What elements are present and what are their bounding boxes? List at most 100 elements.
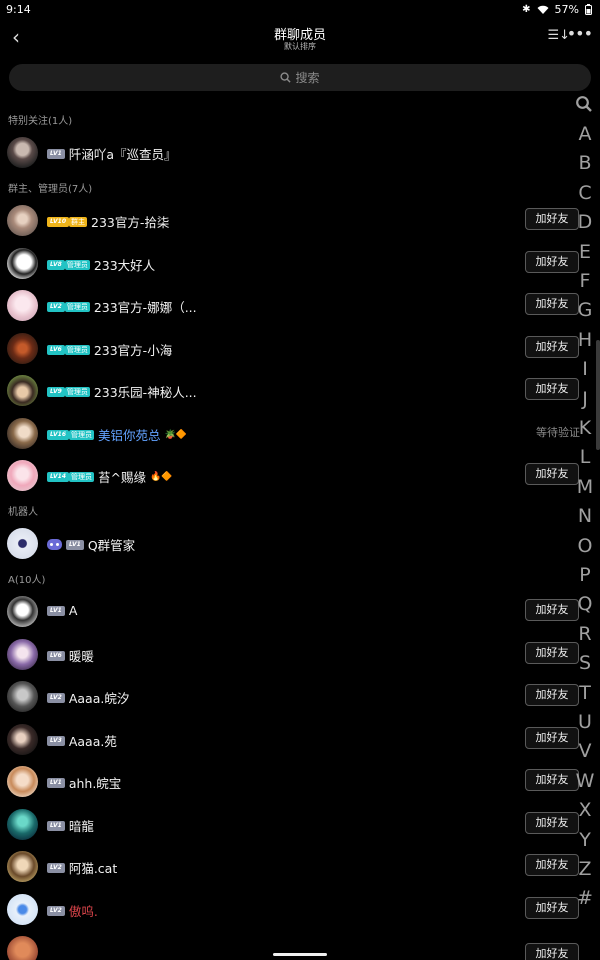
member-row[interactable]: LV3 Aaaa.苑 加好友: [0, 719, 585, 759]
index-letter-a[interactable]: A: [570, 123, 600, 145]
index-letter-v[interactable]: V: [570, 740, 600, 762]
avatar: [7, 894, 38, 925]
index-letter-m[interactable]: M: [570, 476, 600, 498]
member-row[interactable]: LV1 阡涵吖a『巡查员』: [0, 132, 585, 172]
avatar: [7, 809, 38, 840]
member-row[interactable]: LV6 暖暖 加好友: [0, 634, 585, 674]
member-name: A: [68, 603, 78, 618]
avatar: [7, 418, 38, 449]
index-letter-o[interactable]: O: [570, 535, 600, 557]
avatar: [7, 333, 38, 364]
avatar: [7, 290, 38, 321]
status-time: 9:14: [6, 3, 31, 16]
bluetooth-icon: ✱: [522, 4, 531, 15]
index-letter-hash[interactable]: #: [570, 887, 600, 909]
index-letter-p[interactable]: P: [570, 564, 600, 586]
avatar: [7, 724, 38, 755]
index-letter-l[interactable]: L: [570, 446, 600, 468]
member-name: 傲呜.: [68, 904, 98, 919]
avatar: [7, 936, 38, 960]
index-letter-f[interactable]: F: [570, 270, 600, 292]
index-letter-d[interactable]: D: [570, 211, 600, 233]
index-letter-u[interactable]: U: [570, 711, 600, 733]
index-letter-e[interactable]: E: [570, 241, 600, 263]
index-letter-t[interactable]: T: [570, 682, 600, 704]
scrollbar-handle[interactable]: [596, 340, 600, 450]
member-name: 苔^赐缘: [98, 470, 146, 485]
member-row[interactable]: LV9 管理员 233乐园-神秘人... 加好友: [0, 370, 585, 410]
member-row[interactable]: LV8 管理员 233大好人 加好友: [0, 243, 585, 283]
section-header-a: A(10人): [8, 575, 46, 586]
avatar: [7, 766, 38, 797]
member-row[interactable]: LV2 管理员 233官方-娜娜（... 加好友: [0, 285, 585, 325]
member-name: 美铝你苑总: [98, 428, 161, 443]
level-badge: LV2: [47, 301, 65, 312]
level-badge: LV2: [47, 692, 65, 703]
role-badge-admin: 管理员: [69, 471, 94, 482]
member-row[interactable]: LV1 A 加好友: [0, 591, 585, 631]
role-badge-admin: 管理员: [64, 301, 90, 312]
level-badge: LV9: [47, 386, 65, 397]
level-badge: LV14: [47, 471, 69, 482]
index-letter-y[interactable]: Y: [570, 829, 600, 851]
member-row[interactable]: LV2 Aaaa.皖汐 加好友: [0, 676, 585, 716]
status-bar: 9:14 ✱ 57%: [0, 0, 600, 20]
avatar: [7, 596, 38, 627]
level-badge: LV6: [47, 650, 65, 661]
member-row[interactable]: LV1 暗龍 加好友: [0, 804, 585, 844]
member-row[interactable]: LV2 傲呜. 加好友: [0, 889, 585, 929]
index-letter-z[interactable]: Z: [570, 858, 600, 880]
member-name: 233官方-拾柒: [91, 215, 170, 230]
member-name: 阡涵吖a『巡查员』: [68, 147, 177, 162]
sort-mode-label[interactable]: 默认排序: [0, 41, 600, 52]
index-letter-b[interactable]: B: [570, 152, 600, 174]
member-row[interactable]: LV16 管理员 美铝你苑总 🪴🔶 等待验证: [0, 413, 585, 453]
member-name: 阿猫.cat: [68, 861, 118, 876]
avatar: [7, 460, 38, 491]
member-row[interactable]: LV2 阿猫.cat 加好友: [0, 846, 585, 886]
member-name: 暗龍: [68, 819, 94, 834]
level-badge: LV1: [47, 605, 65, 616]
avatar: [7, 681, 38, 712]
role-badge-admin: 管理员: [64, 344, 90, 355]
role-badge-admin: 管理员: [64, 259, 90, 270]
member-row[interactable]: LV10 群主 233官方-拾柒 加好友: [0, 200, 585, 240]
bot-icon: [47, 539, 62, 550]
index-letter-n[interactable]: N: [570, 505, 600, 527]
member-row[interactable]: LV1 ahh.皖宝 加好友: [0, 761, 585, 801]
member-name: Aaaa.苑: [68, 734, 117, 749]
index-letter-g[interactable]: G: [570, 299, 600, 321]
member-name: 233乐园-神秘人...: [93, 385, 197, 400]
search-placeholder: 搜索: [295, 71, 320, 85]
role-badge-admin: 管理员: [64, 386, 90, 397]
add-friend-button[interactable]: 加好友: [525, 943, 579, 960]
member-name: Q群管家: [87, 538, 136, 553]
level-badge: LV1: [47, 148, 65, 159]
member-row[interactable]: LV6 管理员 233官方-小海 加好友: [0, 328, 585, 368]
wifi-icon: [537, 5, 549, 14]
more-icon[interactable]: •••: [567, 24, 593, 43]
level-badge: LV2: [47, 905, 65, 916]
index-letter-w[interactable]: W: [570, 770, 600, 792]
avatar: [7, 528, 38, 559]
index-letter-r[interactable]: R: [570, 623, 600, 645]
avatar: [7, 639, 38, 670]
member-name: 233官方-娜娜（...: [93, 300, 197, 315]
level-badge: LV3: [47, 735, 65, 746]
level-badge: LV6: [47, 344, 65, 355]
index-letter-q[interactable]: Q: [570, 593, 600, 615]
avatar: [7, 851, 38, 882]
level-badge: LV10: [47, 216, 69, 227]
battery-icon: [585, 4, 592, 15]
member-name: ahh.皖宝: [68, 776, 122, 791]
avatar: [7, 137, 38, 168]
search-input[interactable]: 搜索: [9, 64, 591, 91]
index-letter-s[interactable]: S: [570, 652, 600, 674]
avatar: [7, 375, 38, 406]
member-row[interactable]: LV1 Q群管家: [0, 523, 585, 563]
member-row[interactable]: LV14 管理员 苔^赐缘 🔥🔶 加好友: [0, 455, 585, 495]
index-letter-x[interactable]: X: [570, 799, 600, 821]
index-search-icon[interactable]: [575, 95, 593, 113]
home-indicator[interactable]: [273, 953, 327, 956]
index-letter-c[interactable]: C: [570, 182, 600, 204]
